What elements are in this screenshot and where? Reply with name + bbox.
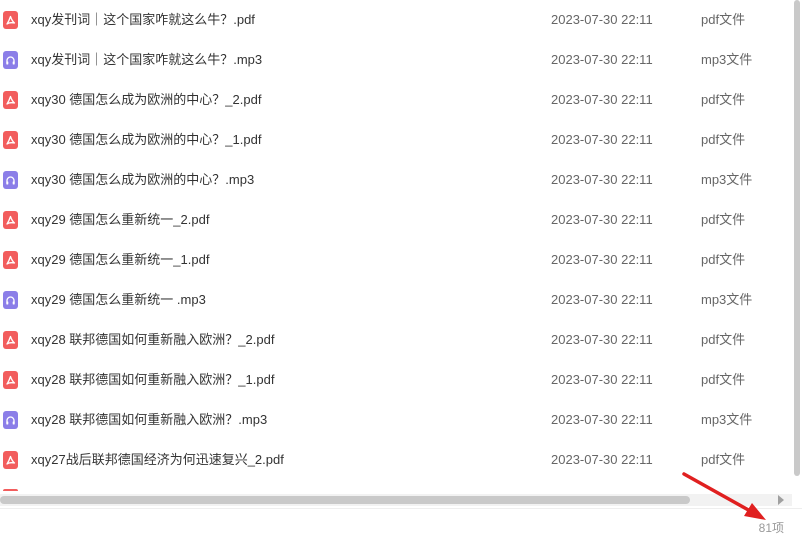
file-name: xqy发刊词｜这个国家咋就这么牛？.mp3 [31, 52, 263, 67]
horizontal-scrollbar-thumb[interactable] [0, 496, 690, 504]
file-row[interactable]: xqy28 联邦德国如何重新融入欧洲？_1.pdf 2023-07-30 22:1… [0, 360, 790, 400]
file-row[interactable]: xqy27战后联邦德国经济为何迅速复兴_2.pdf 2023-07-30 22:1… [0, 440, 790, 480]
pdf-file-icon [3, 211, 18, 229]
file-name: xqy28 联邦德国如何重新融入欧洲？_1.pdf [31, 372, 275, 387]
file-row[interactable]: xqy发刊词｜这个国家咋就这么牛？.mp3 2023-07-30 22:11 mp3… [0, 40, 790, 80]
file-row[interactable]: xqy28 联邦德国如何重新融入欧洲？_2.pdf 2023-07-30 22:1… [0, 320, 790, 360]
file-name: xqy28 联邦德国如何重新融入欧洲？.mp3 [31, 412, 268, 427]
file-type: pdf文件 [701, 92, 746, 107]
file-type: pdf文件 [701, 12, 746, 27]
vertical-scrollbar-thumb[interactable] [794, 0, 800, 476]
file-modified-date: 2023-07-30 22:11 [551, 332, 653, 347]
file-name: xqy30 德国怎么成为欧洲的中心？_2.pdf [31, 92, 262, 107]
pdf-file-icon [3, 371, 18, 389]
audio-file-icon [3, 171, 18, 189]
file-name: xqy30 德国怎么成为欧洲的中心？_1.pdf [31, 132, 262, 147]
file-row[interactable]: xqy30 德国怎么成为欧洲的中心？.mp3 2023-07-30 22:11 mp… [0, 160, 790, 200]
pdf-file-icon [3, 489, 18, 491]
item-count: 81项 [758, 521, 784, 535]
file-row[interactable]: xqy28 联邦德国如何重新融入欧洲？.mp3 2023-07-30 22:11 m… [0, 400, 790, 440]
file-row[interactable]: xqy29 德国怎么重新统一_2.pdf 2023-07-30 22:11 pdf文… [0, 200, 790, 240]
audio-file-icon [3, 291, 18, 309]
file-type: mp3文件 [701, 52, 753, 67]
audio-file-icon [3, 411, 18, 429]
file-modified-date: 2023-07-30 22:11 [551, 132, 653, 147]
file-row[interactable]: xqy30 德国怎么成为欧洲的中心？_2.pdf 2023-07-30 22:11… [0, 80, 790, 120]
audio-file-icon [3, 51, 18, 69]
pdf-file-icon [3, 131, 18, 149]
file-type: mp3文件 [701, 172, 753, 187]
pdf-file-icon [3, 251, 18, 269]
file-modified-date: 2023-07-30 22:11 [551, 412, 653, 427]
pdf-file-icon [3, 451, 18, 469]
file-type: mp3文件 [701, 292, 753, 307]
file-type: pdf文件 [701, 212, 746, 227]
file-modified-date: 2023-07-30 22:11 [551, 292, 653, 307]
file-name: xqy29 德国怎么重新统一_2.pdf [31, 212, 210, 227]
file-modified-date: 2023-07-30 22:11 [551, 92, 653, 107]
pdf-file-icon [3, 331, 18, 349]
file-row[interactable]: xqy发刊词｜这个国家咋就这么牛？.pdf 2023-07-30 22:11 pdf… [0, 0, 790, 40]
file-name: xqy29 德国怎么重新统一_1.pdf [31, 252, 210, 267]
file-modified-date: 2023-07-30 22:11 [551, 172, 653, 187]
file-type: mp3文件 [701, 412, 753, 427]
file-name: xqy29 德国怎么重新统一 .mp3 [31, 292, 206, 307]
file-name: xqy27战后联邦德国经济为何迅速复兴_2.pdf [31, 452, 284, 467]
file-list: xqy发刊词｜这个国家咋就这么牛？.pdf 2023-07-30 22:11 pdf… [0, 0, 790, 491]
file-type: pdf文件 [701, 132, 746, 147]
file-type: pdf文件 [701, 372, 746, 387]
file-row[interactable]: xqy29 德国怎么重新统一 .mp3 2023-07-30 22:11 mp3文件 [0, 280, 790, 320]
file-type: pdf文件 [701, 252, 746, 267]
pdf-file-icon [3, 11, 18, 29]
file-name: xqy发刊词｜这个国家咋就这么牛？.pdf [31, 12, 255, 27]
file-modified-date: 2023-07-30 22:11 [551, 252, 653, 267]
scroll-right-arrow-icon[interactable] [778, 495, 784, 505]
file-row[interactable]: xqy30 德国怎么成为欧洲的中心？_1.pdf 2023-07-30 22:11… [0, 120, 790, 160]
file-type: pdf文件 [701, 332, 746, 347]
file-modified-date: 2023-07-30 22:11 [551, 52, 653, 67]
file-name: xqy30 德国怎么成为欧洲的中心？.mp3 [31, 172, 255, 187]
file-type: pdf文件 [701, 452, 746, 467]
file-row[interactable]: xqy29 德国怎么重新统一_1.pdf 2023-07-30 22:11 pdf文… [0, 240, 790, 280]
file-modified-date: 2023-07-30 22:11 [551, 12, 653, 27]
file-modified-date: 2023-07-30 22:11 [551, 452, 653, 467]
file-modified-date: 2023-07-30 22:11 [551, 212, 653, 227]
file-name: xqy28 联邦德国如何重新融入欧洲？_2.pdf [31, 332, 275, 347]
file-modified-date: 2023-07-30 22:11 [551, 372, 653, 387]
pdf-file-icon [3, 91, 18, 109]
status-bar [0, 508, 802, 537]
